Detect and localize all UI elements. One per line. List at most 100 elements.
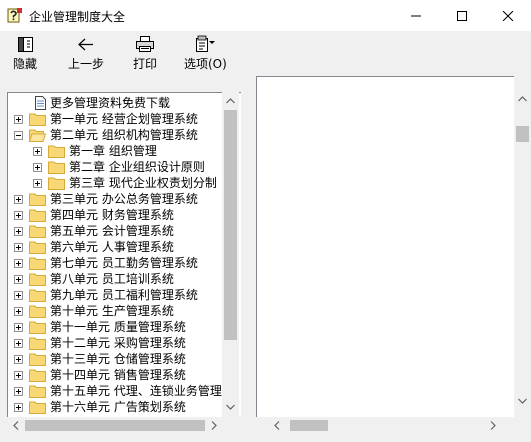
toolbar: 隐藏 上一步 打印 选项(O) [0,31,531,76]
expand-icon[interactable] [14,371,23,380]
expand-icon[interactable] [14,355,23,364]
content-horizontal-scrollbar[interactable] [256,417,514,434]
scroll-down-button[interactable] [514,392,531,409]
scroll-left-button[interactable] [268,417,285,434]
contents-tree[interactable]: 更多管理资料免费下载 第一单元 经营企划管理系统 第二单元 组织机构管理系统 第… [7,92,241,417]
tree-item[interactable]: 第六单元 人事管理系统 [8,239,230,255]
open-folder-icon [29,129,46,142]
hide-button[interactable]: 隐藏 [13,35,37,73]
tree-item[interactable]: 第十二单元 采购管理系统 [8,335,230,351]
printer-icon [136,36,154,52]
expand-icon[interactable] [14,323,23,332]
scroll-thumb[interactable] [290,420,328,431]
tree-item[interactable]: 第十六单元 广告策划系统 [8,399,230,415]
scroll-right-button[interactable] [205,417,222,434]
tree-item[interactable]: 第二单元 组织机构管理系统 [8,127,230,143]
content-vertical-scrollbar[interactable] [514,76,531,417]
back-button[interactable]: 上一步 [68,35,104,73]
window-title: 企业管理制度大全 [29,10,126,24]
tree-item-label: 第九单元 员工福利管理系统 [50,288,198,302]
tree-item[interactable]: 第十三单元 仓储管理系统 [8,351,230,367]
expand-icon[interactable] [14,291,23,300]
tree-item[interactable]: 第一单元 经营企划管理系统 [8,111,230,127]
tree-vertical-scrollbar[interactable] [222,92,239,417]
expand-icon[interactable] [33,147,42,156]
scroll-up-button[interactable] [222,92,239,109]
folder-icon [29,257,46,270]
tree-item-label: 第二章 企业组织设计原则 [69,160,205,174]
close-button[interactable] [485,0,531,31]
scroll-thumb[interactable] [224,110,237,340]
expand-icon[interactable] [14,275,23,284]
folder-icon [29,337,46,350]
expand-icon[interactable] [33,179,42,188]
folder-icon [29,209,46,222]
folder-icon [29,369,46,382]
tree-item-label: 第四单元 财务管理系统 [50,208,174,222]
expand-icon[interactable] [14,403,23,412]
collapse-icon[interactable] [14,131,23,140]
tree-item[interactable]: 第十五单元 代理、连锁业务管理 [8,383,230,399]
print-button[interactable]: 打印 [133,35,157,73]
chevron-down-icon [226,404,235,410]
tree-item[interactable]: 第五单元 会计管理系统 [8,223,230,239]
expand-icon[interactable] [14,115,23,124]
options-icon [196,35,216,52]
back-label: 上一步 [68,57,105,71]
expand-icon[interactable] [14,307,23,316]
expand-icon[interactable] [14,243,23,252]
tree-item[interactable]: 第四单元 财务管理系统 [8,207,230,223]
tree-item[interactable]: 第十四单元 销售管理系统 [8,367,230,383]
scroll-thumb[interactable] [516,126,529,142]
tree-item[interactable]: 第七单元 员工勤务管理系统 [8,255,230,271]
help-icon [7,8,22,23]
expand-icon[interactable] [14,259,23,268]
scroll-right-button[interactable] [484,417,501,434]
scroll-up-button[interactable] [514,90,531,107]
hide-pane-icon [18,36,33,52]
expand-icon[interactable] [14,339,23,348]
tree-item[interactable]: 第十一单元 质量管理系统 [8,319,230,335]
pane-splitter[interactable] [241,76,256,442]
folder-icon [29,289,46,302]
chevron-left-icon [12,421,18,430]
tree-item[interactable]: 更多管理资料免费下载 [8,95,230,111]
folder-icon [29,321,46,334]
tree-item[interactable]: 第三章 现代企业权责划分制 [8,175,230,191]
folder-icon [29,273,46,286]
expand-icon[interactable] [14,227,23,236]
chevron-down-icon [518,398,527,404]
expand-icon[interactable] [14,211,23,220]
folder-icon [48,177,65,190]
tree-item[interactable]: 第十单元 生产管理系统 [8,303,230,319]
tree-item[interactable]: 第二章 企业组织设计原则 [8,159,230,175]
tree-item-label: 第五单元 会计管理系统 [50,224,174,238]
tree-item[interactable]: 第一章 组织管理 [8,143,230,159]
tree-item-label: 第三章 现代企业权责划分制 [69,176,217,190]
tree-horizontal-scrollbar[interactable] [7,417,222,434]
chevron-up-icon [518,95,527,101]
tree-item-label: 第十二单元 采购管理系统 [50,336,186,350]
tree-item-label: 第一单元 经营企划管理系统 [50,112,198,126]
maximize-button[interactable] [439,0,485,31]
content-pane[interactable] [256,76,514,417]
options-button[interactable]: 选项(O) [184,35,227,73]
expand-icon[interactable] [14,387,23,396]
maximize-icon [457,10,467,21]
tree-item-label: 更多管理资料免费下载 [50,96,171,110]
scroll-left-button[interactable] [7,417,24,434]
tree-item-label: 第二单元 组织机构管理系统 [50,128,198,142]
tree-item[interactable]: 第八单元 员工培训系统 [8,271,230,287]
tree-item-label: 第七单元 员工勤务管理系统 [50,256,198,270]
tree-item-label: 第一章 组织管理 [69,144,157,158]
expand-icon[interactable] [14,195,23,204]
tree-item-label: 第十四单元 销售管理系统 [50,368,186,382]
scroll-thumb[interactable] [25,420,205,431]
expand-icon[interactable] [33,163,42,172]
tree-item[interactable]: 第三单元 办公总务管理系统 [8,191,230,207]
tree-item[interactable]: 第九单元 员工福利管理系统 [8,287,230,303]
folder-icon [29,353,46,366]
scroll-down-button[interactable] [222,398,239,415]
minimize-button[interactable] [393,0,439,31]
chevron-up-icon [226,97,235,103]
